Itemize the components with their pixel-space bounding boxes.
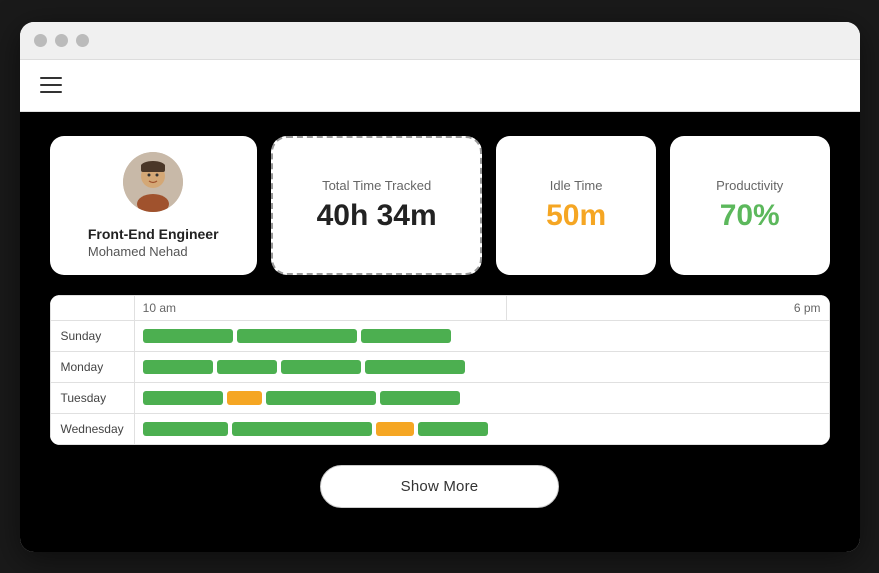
day-label: Tuesday <box>50 382 134 413</box>
activity-bar <box>237 329 357 343</box>
productivity-label: Productivity <box>716 178 783 193</box>
avatar <box>123 152 183 212</box>
activity-bar <box>232 422 372 436</box>
idle-time-card: Idle Time 50m <box>496 136 656 275</box>
time-tracked-value: 40h 34m <box>317 199 437 233</box>
bars-cell <box>134 351 829 382</box>
activity-bar <box>365 360 465 374</box>
timeline-container: 10 am 6 pm SundayMondayTuesdayWednesday <box>50 295 830 445</box>
browser-window: Front-End Engineer Mohamed Nehad Total T… <box>20 22 860 552</box>
idle-time-label: Idle Time <box>550 178 603 193</box>
activity-bar <box>376 422 414 436</box>
activity-bar <box>143 391 223 405</box>
show-more-button[interactable]: Show More <box>320 465 560 508</box>
table-row: Wednesday <box>50 413 829 444</box>
bars-cell <box>134 382 829 413</box>
activity-bar <box>361 329 451 343</box>
timeline-table: 10 am 6 pm SundayMondayTuesdayWednesday <box>50 295 830 445</box>
activity-bar <box>143 422 228 436</box>
bars-cell <box>134 413 829 444</box>
productivity-value: 70% <box>720 199 780 233</box>
activity-bar <box>266 391 376 405</box>
day-label: Monday <box>50 351 134 382</box>
user-role: Front-End Engineer <box>88 226 219 242</box>
table-row: Sunday <box>50 320 829 351</box>
user-info: Front-End Engineer Mohamed Nehad <box>88 226 219 259</box>
time-header-spacer <box>50 295 134 320</box>
activity-bar <box>143 360 213 374</box>
time-header-row: 10 am 6 pm <box>50 295 829 320</box>
activity-bar <box>418 422 488 436</box>
traffic-light-maximize[interactable] <box>76 34 89 47</box>
nav-bar <box>20 60 860 112</box>
time-header-end: 6 pm <box>506 295 829 320</box>
title-bar <box>20 22 860 60</box>
day-label: Sunday <box>50 320 134 351</box>
time-tracked-label: Total Time Tracked <box>322 178 431 193</box>
activity-bar <box>217 360 277 374</box>
traffic-light-close[interactable] <box>34 34 47 47</box>
main-content: Front-End Engineer Mohamed Nehad Total T… <box>20 112 860 552</box>
day-label: Wednesday <box>50 413 134 444</box>
activity-bar <box>380 391 460 405</box>
table-row: Tuesday <box>50 382 829 413</box>
cards-row: Front-End Engineer Mohamed Nehad Total T… <box>50 136 830 275</box>
time-tracked-card: Total Time Tracked 40h 34m <box>271 136 482 275</box>
user-card: Front-End Engineer Mohamed Nehad <box>50 136 257 275</box>
table-row: Monday <box>50 351 829 382</box>
time-header-start: 10 am <box>134 295 506 320</box>
traffic-light-minimize[interactable] <box>55 34 68 47</box>
user-name: Mohamed Nehad <box>88 244 219 259</box>
menu-icon[interactable] <box>40 77 62 93</box>
activity-bar <box>281 360 361 374</box>
activity-bar <box>143 329 233 343</box>
productivity-card: Productivity 70% <box>670 136 830 275</box>
idle-time-value: 50m <box>546 199 606 233</box>
activity-bar <box>227 391 262 405</box>
bars-cell <box>134 320 829 351</box>
